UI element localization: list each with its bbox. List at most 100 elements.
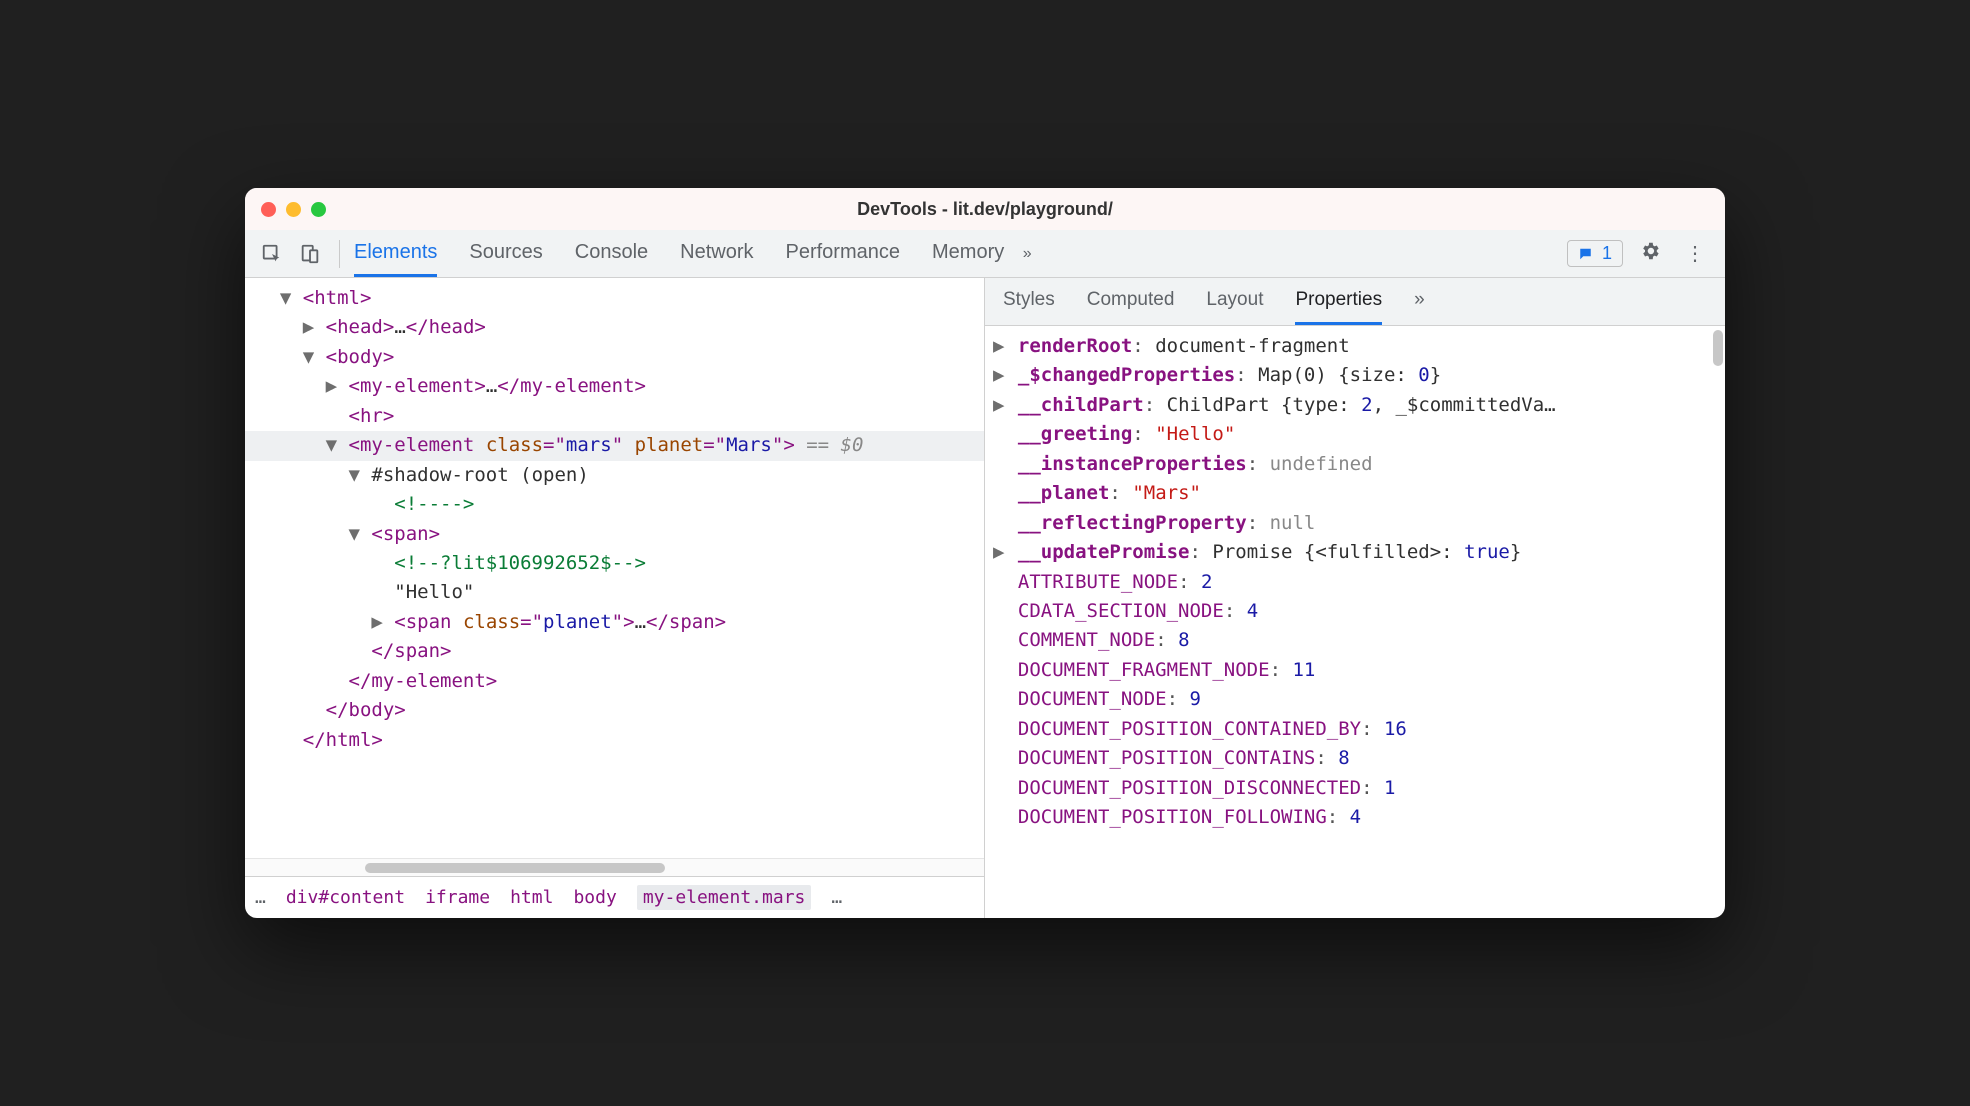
dom-node[interactable]: ▼ #shadow-root (open) [245, 461, 984, 490]
property-row[interactable]: ▶ __greeting: "Hello" [993, 420, 1717, 449]
window-title: DevTools - lit.dev/playground/ [857, 199, 1113, 220]
expand-toggle-icon: ▶ [993, 718, 1004, 740]
property-row[interactable]: ▶ DOCUMENT_POSITION_DISCONNECTED: 1 [993, 774, 1717, 803]
tab-elements[interactable]: Elements [354, 230, 437, 277]
expand-toggle-icon: ▶ [993, 747, 1004, 769]
more-sidebar-tabs-icon[interactable]: » [1414, 278, 1425, 325]
dom-node[interactable]: <hr> [245, 402, 984, 431]
property-row[interactable]: ▶ DOCUMENT_POSITION_FOLLOWING: 4 [993, 803, 1717, 832]
expand-toggle-icon[interactable]: ▶ [303, 316, 314, 338]
panel-tabs: Elements Sources Console Network Performance… [354, 230, 1004, 277]
dom-node[interactable]: <!--?lit$106992652$--> [245, 549, 984, 578]
property-row[interactable]: ▶ _$changedProperties: Map(0) {size: 0} [993, 361, 1717, 390]
maximize-window-button[interactable] [311, 202, 326, 217]
dom-node[interactable]: "Hello" [245, 578, 984, 607]
kebab-menu-icon[interactable]: ⋮ [1677, 241, 1713, 266]
property-row[interactable]: ▶ DOCUMENT_POSITION_CONTAINED_BY: 16 [993, 715, 1717, 744]
expand-toggle-icon[interactable]: ▶ [371, 611, 382, 633]
more-tabs-icon[interactable]: » [1012, 239, 1042, 269]
dom-node[interactable]: </html> [245, 726, 984, 755]
dom-node[interactable]: </body> [245, 696, 984, 725]
property-row[interactable]: ▶ __planet: "Mars" [993, 479, 1717, 508]
breadcrumb-item[interactable]: body [573, 887, 616, 908]
property-row[interactable]: ▶ renderRoot: document-fragment [993, 332, 1717, 361]
sidebar-tab-properties[interactable]: Properties [1295, 278, 1382, 325]
tab-network[interactable]: Network [680, 230, 753, 277]
expand-toggle-icon[interactable]: ▶ [326, 375, 337, 397]
horizontal-scrollbar[interactable] [245, 858, 984, 876]
dom-node[interactable]: </span> [245, 637, 984, 666]
breadcrumb-item[interactable]: html [510, 887, 553, 908]
expand-toggle-icon: ▶ [993, 512, 1004, 534]
expand-toggle-icon: ▶ [993, 806, 1004, 828]
elements-panel: ▼ <html> ▶ <head>…</head> ▼ <body> ▶ <my… [245, 278, 985, 918]
sidebar-tabs: Styles Computed Layout Properties » [985, 278, 1725, 326]
expand-toggle-icon[interactable]: ▶ [993, 364, 1004, 386]
main-toolbar: Elements Sources Console Network Performance… [245, 230, 1725, 278]
property-row[interactable]: ▶ __instanceProperties: undefined [993, 450, 1717, 479]
expand-toggle-icon[interactable]: ▼ [349, 464, 360, 486]
dom-node[interactable]: ▶ <span class="planet">…</span> [245, 608, 984, 637]
property-row[interactable]: ▶ __updatePromise: Promise {<fulfilled>:… [993, 538, 1717, 567]
expand-toggle-icon[interactable]: ▼ [326, 434, 337, 456]
breadcrumb: … div#content iframe html body my-element.mar… [245, 876, 984, 918]
dom-node[interactable]: </my-element> [245, 667, 984, 696]
issues-count: 1 [1602, 243, 1612, 264]
device-toolbar-icon[interactable] [295, 239, 325, 269]
property-row[interactable]: ▶ DOCUMENT_NODE: 9 [993, 685, 1717, 714]
dom-node[interactable]: ▶ <head>…</head> [245, 313, 984, 342]
dom-node[interactable]: ▼ <span> [245, 520, 984, 549]
expand-toggle-icon[interactable]: ▼ [303, 346, 314, 368]
property-row[interactable]: ▶ __childPart: ChildPart {type: 2, _$com… [993, 391, 1717, 420]
tab-console[interactable]: Console [575, 230, 648, 277]
close-window-button[interactable] [261, 202, 276, 217]
expand-toggle-icon: ▶ [993, 688, 1004, 710]
settings-gear-icon[interactable] [1631, 240, 1669, 268]
toolbar-divider [339, 240, 340, 268]
sidebar-panel: Styles Computed Layout Properties » ▶ render… [985, 278, 1725, 918]
dom-node[interactable]: ▼ <body> [245, 343, 984, 372]
tab-memory[interactable]: Memory [932, 230, 1004, 277]
expand-toggle-icon: ▶ [993, 482, 1004, 504]
expand-toggle-icon[interactable]: ▼ [349, 523, 360, 545]
property-row[interactable]: ▶ DOCUMENT_POSITION_CONTAINS: 8 [993, 744, 1717, 773]
vertical-scrollbar[interactable] [1713, 330, 1723, 366]
issues-badge[interactable]: 1 [1567, 240, 1623, 267]
main-content: ▼ <html> ▶ <head>…</head> ▼ <body> ▶ <my… [245, 278, 1725, 918]
sidebar-tab-computed[interactable]: Computed [1087, 278, 1175, 325]
traffic-lights [261, 202, 326, 217]
sidebar-tab-layout[interactable]: Layout [1206, 278, 1263, 325]
property-row[interactable]: ▶ ATTRIBUTE_NODE: 2 [993, 568, 1717, 597]
tab-performance[interactable]: Performance [786, 230, 901, 277]
breadcrumb-item[interactable]: div#content [286, 887, 405, 908]
expand-toggle-icon[interactable]: ▼ [280, 287, 291, 309]
devtools-window: DevTools - lit.dev/playground/ Elements S… [245, 188, 1725, 918]
expand-toggle-icon[interactable]: ▶ [993, 335, 1004, 357]
inspect-element-icon[interactable] [257, 239, 287, 269]
property-row[interactable]: ▶ DOCUMENT_FRAGMENT_NODE: 11 [993, 656, 1717, 685]
breadcrumb-ellipsis[interactable]: … [831, 887, 842, 908]
breadcrumb-item[interactable]: my-element.mars [637, 885, 812, 910]
titlebar: DevTools - lit.dev/playground/ [245, 188, 1725, 230]
expand-toggle-icon: ▶ [993, 571, 1004, 593]
sidebar-tab-styles[interactable]: Styles [1003, 278, 1055, 325]
tab-sources[interactable]: Sources [469, 230, 542, 277]
properties-list[interactable]: ▶ renderRoot: document-fragment▶ _$chang… [985, 326, 1725, 918]
dom-node[interactable]: ▶ <my-element>…</my-element> [245, 372, 984, 401]
dom-node[interactable]: ▼ <my-element class="mars" planet="Mars"… [245, 431, 984, 460]
property-row[interactable]: ▶ __reflectingProperty: null [993, 509, 1717, 538]
expand-toggle-icon: ▶ [993, 600, 1004, 622]
property-row[interactable]: ▶ CDATA_SECTION_NODE: 4 [993, 597, 1717, 626]
expand-toggle-icon: ▶ [993, 659, 1004, 681]
expand-toggle-icon: ▶ [993, 453, 1004, 475]
expand-toggle-icon: ▶ [993, 629, 1004, 651]
minimize-window-button[interactable] [286, 202, 301, 217]
dom-tree[interactable]: ▼ <html> ▶ <head>…</head> ▼ <body> ▶ <my… [245, 278, 984, 858]
expand-toggle-icon[interactable]: ▶ [993, 394, 1004, 416]
property-row[interactable]: ▶ COMMENT_NODE: 8 [993, 626, 1717, 655]
breadcrumb-item[interactable]: iframe [425, 887, 490, 908]
dom-node[interactable]: ▼ <html> [245, 284, 984, 313]
dom-node[interactable]: <!----> [245, 490, 984, 519]
breadcrumb-ellipsis[interactable]: … [255, 887, 266, 908]
expand-toggle-icon[interactable]: ▶ [993, 541, 1004, 563]
